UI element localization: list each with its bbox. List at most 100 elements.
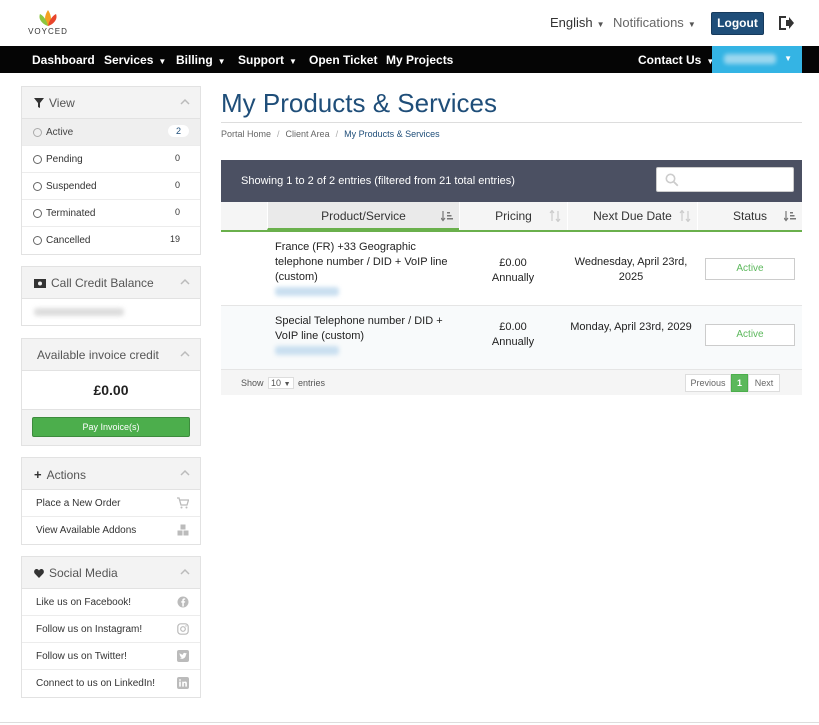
page-length-select[interactable]: 10 ▼ <box>268 377 294 389</box>
view-filter-pending[interactable]: Pending 0 <box>22 146 200 173</box>
view-filter-cancelled[interactable]: Cancelled 19 <box>22 227 200 254</box>
table-search[interactable] <box>656 167 794 192</box>
sign-out-icon[interactable] <box>777 14 795 32</box>
social-twitter-link[interactable]: Follow us on Twitter! <box>22 643 200 670</box>
chevron-up-icon[interactable] <box>180 277 190 287</box>
social-label: Like us on Facebook! <box>36 597 132 608</box>
column-status[interactable]: Status <box>697 202 802 230</box>
action-place-order[interactable]: Place a New Order <box>22 490 200 517</box>
social-label: Follow us on Instagram! <box>36 624 143 635</box>
product-name: France (FR) +33 Geographic telephone num… <box>275 241 448 283</box>
social-linkedin-link[interactable]: Connect to us on LinkedIn! <box>22 670 200 697</box>
entries-info: Showing 1 to 2 of 2 entries (filtered fr… <box>241 175 515 187</box>
social-media-panel: Social Media Like us on Facebook! Follow… <box>21 556 201 698</box>
pricing-cell: £0.00 Annually <box>459 320 567 350</box>
notifications-dropdown[interactable]: Notifications ▼ <box>613 15 696 30</box>
brand-logo[interactable]: VOYCED <box>28 8 68 38</box>
radio-icon <box>33 209 42 218</box>
view-filter-terminated[interactable]: Terminated 0 <box>22 200 200 227</box>
action-view-addons[interactable]: View Available Addons <box>22 517 200 544</box>
due-date-cell: Monday, April 23rd, 2029 <box>570 321 692 333</box>
nav-services-label: Services <box>104 53 154 67</box>
caret-down-icon: ▼ <box>158 57 167 66</box>
column-pricing[interactable]: Pricing <box>459 202 567 230</box>
nav-billing[interactable]: Billing ▼ <box>176 53 226 67</box>
chevron-up-icon[interactable] <box>180 567 190 577</box>
chevron-up-icon[interactable] <box>180 97 190 107</box>
view-panel-header[interactable]: View <box>22 87 200 119</box>
call-credit-header[interactable]: Call Credit Balance <box>22 267 200 299</box>
language-dropdown[interactable]: English ▼ <box>550 15 605 30</box>
caret-down-icon: ▼ <box>289 57 297 66</box>
radio-icon <box>33 182 42 191</box>
call-credit-panel: Call Credit Balance <box>21 266 201 326</box>
facebook-icon <box>177 596 189 608</box>
nav-services[interactable]: Services ▼ <box>104 53 166 67</box>
filter-icon <box>34 98 44 108</box>
sort-icon <box>549 210 561 222</box>
column-next-due-date[interactable]: Next Due Date <box>567 202 697 230</box>
nav-my-projects[interactable]: My Projects <box>386 53 453 67</box>
search-icon <box>665 173 679 187</box>
pay-invoices-button[interactable]: Pay Invoice(s) <box>32 417 190 437</box>
billing-cycle: Annually <box>491 272 535 284</box>
page-length-value: 10 <box>271 378 282 388</box>
social-label: Follow us on Twitter! <box>36 651 127 662</box>
table-header: Product/Service Pricing Next Due Date St… <box>221 202 802 232</box>
column-label: Pricing <box>495 209 532 223</box>
pagination-previous[interactable]: Previous <box>685 374 731 392</box>
chevron-down-icon: ▼ <box>283 381 291 388</box>
table-footer: Show 10 ▼ entries Previous 1 Next <box>221 370 802 395</box>
shopping-cart-icon <box>177 497 189 509</box>
breadcrumb-current: My Products & Services <box>344 129 440 139</box>
search-input[interactable] <box>683 171 788 188</box>
action-label: Place a New Order <box>36 498 121 509</box>
view-panel: View Active 2 Pending 0 Suspended 0 Term… <box>21 86 201 255</box>
filter-label: Terminated <box>46 208 96 219</box>
redacted-number <box>275 346 339 355</box>
table-toolbar: Showing 1 to 2 of 2 entries (filtered fr… <box>221 160 802 202</box>
view-filter-active[interactable]: Active 2 <box>22 119 200 146</box>
brand-logo-text: VOYCED <box>28 27 68 36</box>
nav-dashboard[interactable]: Dashboard <box>32 53 95 67</box>
column-spacer <box>221 202 267 230</box>
caret-down-icon: ▼ <box>596 20 605 29</box>
logout-button[interactable]: Logout <box>711 12 764 35</box>
filter-count: 2 <box>167 125 189 137</box>
view-filter-suspended[interactable]: Suspended 0 <box>22 173 200 200</box>
social-media-header[interactable]: Social Media <box>22 557 200 589</box>
breadcrumb-portal-home[interactable]: Portal Home <box>221 129 271 139</box>
notifications-label: Notifications <box>613 15 684 30</box>
invoice-credit-header[interactable]: Available invoice credit <box>22 339 200 371</box>
call-credit-title-text: Call Credit Balance <box>51 276 154 290</box>
chevron-up-icon[interactable] <box>180 349 190 359</box>
chevron-up-icon[interactable] <box>180 468 190 478</box>
filter-label: Active <box>46 127 74 138</box>
plus-icon: + <box>34 467 42 482</box>
table-row[interactable]: Special Telephone number / DID + VoIP li… <box>221 306 802 370</box>
table-row[interactable]: France (FR) +33 Geographic telephone num… <box>221 232 802 306</box>
column-label: Product/Service <box>321 209 406 223</box>
sort-icon <box>679 210 691 222</box>
column-product-service[interactable]: Product/Service <box>267 202 459 230</box>
pagination-next[interactable]: Next <box>748 374 780 392</box>
due-date-cell: Wednesday, April 23rd, 2025 <box>574 256 688 283</box>
social-facebook-link[interactable]: Like us on Facebook! <box>22 589 200 616</box>
nav-support[interactable]: Support ▼ <box>238 53 297 67</box>
invoice-credit-panel: Available invoice credit £0.00 Pay Invoi… <box>21 338 201 446</box>
price-amount: £0.00 <box>499 321 527 333</box>
sort-ascending-icon <box>441 211 453 222</box>
caret-down-icon: ▼ <box>784 54 792 63</box>
invoice-credit-amount: £0.00 <box>93 382 129 398</box>
footer-divider <box>0 722 819 723</box>
nav-contact-us[interactable]: Contact Us ▼ <box>638 53 714 67</box>
caret-down-icon: ▼ <box>217 57 226 66</box>
social-instagram-link[interactable]: Follow us on Instagram! <box>22 616 200 643</box>
breadcrumb-client-area[interactable]: Client Area <box>286 129 330 139</box>
nav-open-ticket[interactable]: Open Ticket <box>309 53 377 67</box>
nav-user-menu[interactable]: ▼ <box>712 46 802 73</box>
actions-header[interactable]: + Actions <box>22 458 200 490</box>
pagination-page[interactable]: 1 <box>731 374 748 392</box>
top-bar: VOYCED English ▼ Notifications ▼ Logout <box>0 0 819 46</box>
filter-count: 0 <box>174 180 180 190</box>
